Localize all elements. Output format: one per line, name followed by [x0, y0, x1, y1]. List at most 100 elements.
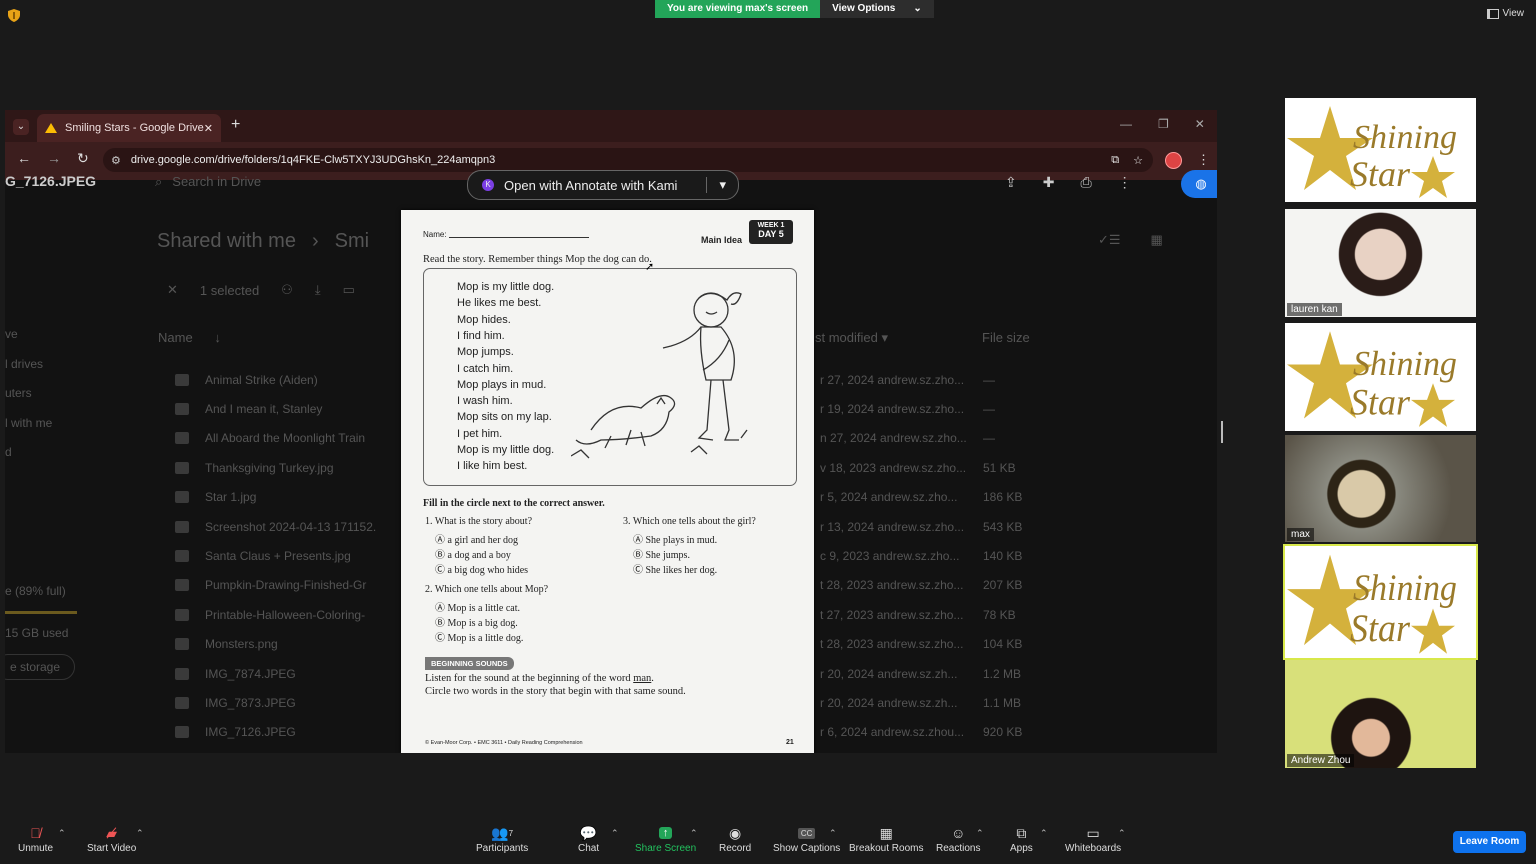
sidebar-item[interactable]: ve: [5, 320, 52, 350]
clear-selection-icon[interactable]: ✕: [167, 282, 178, 298]
profile-avatar[interactable]: [1165, 152, 1182, 169]
more-options-icon[interactable]: ⋮: [1118, 174, 1132, 191]
file-size: 543 KB: [983, 519, 1023, 534]
answer-option: Ⓑ a dog and a boy: [435, 550, 511, 561]
sidebar-item[interactable]: l drives: [5, 350, 52, 380]
site-info-icon[interactable]: ⚙: [111, 154, 121, 167]
participant-tile[interactable]: lauren kan: [1285, 209, 1476, 317]
grid-view-toggle-icon[interactable]: ▦: [1151, 232, 1163, 248]
week-label: WEEK 1: [757, 222, 785, 229]
unmute-button[interactable]: 🎙̸ Unmute: [18, 823, 53, 854]
whiteboards-button[interactable]: ▭ Whiteboards: [1065, 823, 1121, 855]
apps-options-caret-icon[interactable]: ⌃: [1040, 828, 1048, 839]
name-column-header[interactable]: Name ↓: [158, 330, 221, 345]
breadcrumb-child[interactable]: Smi: [335, 230, 369, 253]
new-tab-icon[interactable]: +: [231, 116, 240, 134]
close-window-icon[interactable]: ✕: [1195, 117, 1205, 131]
participant-tile[interactable]: Shining Star: [1285, 323, 1476, 431]
file-type-icon: [175, 549, 189, 562]
modified-column-header[interactable]: st modified ▾: [815, 330, 888, 346]
start-video-button[interactable]: ▰̸ Start Video: [87, 823, 136, 855]
apps-icon: ⧉: [1016, 824, 1027, 841]
participant-tile[interactable]: Shining Star: [1283, 544, 1478, 660]
url-text: drive.google.com/drive/folders/1q4FKE-Cl…: [130, 154, 496, 166]
add-comment-icon[interactable]: ✚: [1043, 174, 1055, 191]
close-tab-icon[interactable]: ✕: [204, 122, 213, 135]
breadcrumb-root[interactable]: Shared with me: [157, 230, 296, 253]
restore-icon[interactable]: ❐: [1158, 117, 1169, 131]
reload-icon[interactable]: ↻: [77, 150, 89, 167]
view-button[interactable]: View: [1486, 8, 1525, 19]
sidebar-item[interactable]: d: [5, 438, 52, 468]
question-1: 1. What is the story about?: [425, 516, 533, 527]
install-app-icon[interactable]: ⧉: [1111, 154, 1119, 167]
participant-tile[interactable]: Shining Star: [1285, 98, 1476, 202]
audio-options-caret-icon[interactable]: ⌃: [58, 828, 66, 839]
logo-line-1: Shining: [1353, 568, 1457, 608]
panel-resize-handle[interactable]: [1221, 421, 1223, 443]
share-options-caret-icon[interactable]: ⌃: [690, 828, 698, 839]
back-arrow-icon[interactable]: ←: [17, 150, 31, 167]
reactions-button[interactable]: ☺ Reactions: [936, 823, 980, 854]
video-feed: [1285, 660, 1476, 768]
reactions-icon: ☺: [951, 825, 966, 841]
share-screen-button[interactable]: ↑ Share Screen: [635, 823, 696, 854]
grid-view-icon: [1486, 8, 1499, 19]
globe-icon[interactable]: ◍: [1181, 170, 1217, 198]
answer-option: Ⓒ a big dog who hides: [435, 565, 529, 576]
sidebar-item[interactable]: l with me: [5, 409, 52, 439]
drive-search[interactable]: ⌕ Search in Drive: [155, 174, 261, 190]
participants-label: Participants: [476, 843, 529, 854]
leave-room-button[interactable]: Leave Room: [1453, 831, 1526, 853]
browser-menu-icon[interactable]: ⋮: [1197, 152, 1210, 168]
viewing-screen-label: You are viewing max's screen: [655, 0, 821, 18]
file-size: —: [983, 401, 995, 416]
move-icon[interactable]: ▭: [343, 282, 355, 298]
apps-button[interactable]: ⧉ Apps: [1010, 823, 1033, 855]
chevron-down-icon: ⌄: [913, 3, 922, 14]
address-bar[interactable]: ⚙ drive.google.com/drive/folders/1q4FKE-…: [103, 148, 1153, 172]
logo-line-2: Star: [1350, 154, 1411, 194]
get-storage-button[interactable]: e storage: [5, 654, 76, 680]
view-options-button[interactable]: View Options ⌄: [820, 0, 934, 18]
worksheet-image: Name: Main Idea WEEK 1 DAY 5 Read the st…: [401, 210, 814, 753]
kami-open-button[interactable]: K Open with Annotate with Kami ▾: [467, 170, 739, 200]
record-button[interactable]: ◉ Record: [719, 823, 751, 855]
file-type-icon: [175, 579, 189, 592]
print-icon[interactable]: ⎙: [1080, 174, 1091, 191]
security-shield-icon[interactable]: [8, 9, 20, 22]
bookmark-star-icon[interactable]: ☆: [1133, 154, 1143, 167]
poem-line: I find him.: [457, 329, 505, 342]
view-label: View: [1502, 8, 1525, 19]
captions-options-caret-icon[interactable]: ⌃: [829, 828, 837, 839]
poem-line: Mop plays in mud.: [457, 378, 547, 391]
breakout-rooms-button[interactable]: ▦ Breakout Rooms: [849, 823, 923, 855]
question-1-options: Ⓐ a girl and her dog Ⓑ a dog and a boy Ⓒ a…: [435, 531, 528, 576]
forward-arrow-icon[interactable]: →: [47, 150, 61, 167]
tab-search-icon[interactable]: ⌄: [13, 119, 29, 135]
chat-options-caret-icon[interactable]: ⌃: [611, 828, 619, 839]
participant-name: max: [1287, 528, 1314, 541]
question-3-options: Ⓐ She plays in mud. Ⓑ She jumps. Ⓒ She lik…: [633, 531, 717, 576]
file-modified: r 20, 2024 andrew.sz.zh...: [820, 666, 958, 681]
file-modified: r 27, 2024 andrew.sz.zho...: [820, 372, 965, 387]
open-in-new-icon[interactable]: ⇪: [1005, 174, 1017, 191]
sidebar-item[interactable]: uters: [5, 379, 52, 409]
chat-button[interactable]: 💬 Chat: [578, 823, 599, 855]
browser-tab[interactable]: Smiling Stars - Google Drive ✕: [37, 114, 221, 142]
minimize-icon[interactable]: —: [1120, 117, 1132, 131]
poem-line: Mop is my little dog.: [457, 281, 555, 293]
participant-tile[interactable]: Andrew Zhou: [1285, 660, 1476, 768]
participant-tile[interactable]: max: [1285, 435, 1476, 542]
video-options-caret-icon[interactable]: ⌃: [136, 828, 144, 839]
answer-option: Ⓒ Mop is a little dog.: [435, 633, 524, 644]
whiteboard-icon: ▭: [1086, 824, 1100, 841]
share-icon[interactable]: ⚇: [281, 282, 293, 298]
download-icon[interactable]: ⤓: [315, 282, 321, 298]
list-view-icon[interactable]: ✓☰: [1098, 232, 1121, 248]
file-modified: r 5, 2024 andrew.sz.zho...: [820, 490, 958, 505]
kami-dropdown-icon[interactable]: ▾: [706, 177, 738, 193]
whiteboards-options-caret-icon[interactable]: ⌃: [1118, 828, 1126, 839]
participants-button[interactable]: 👥 7 Participants: [476, 823, 529, 855]
reactions-options-caret-icon[interactable]: ⌃: [976, 828, 984, 839]
